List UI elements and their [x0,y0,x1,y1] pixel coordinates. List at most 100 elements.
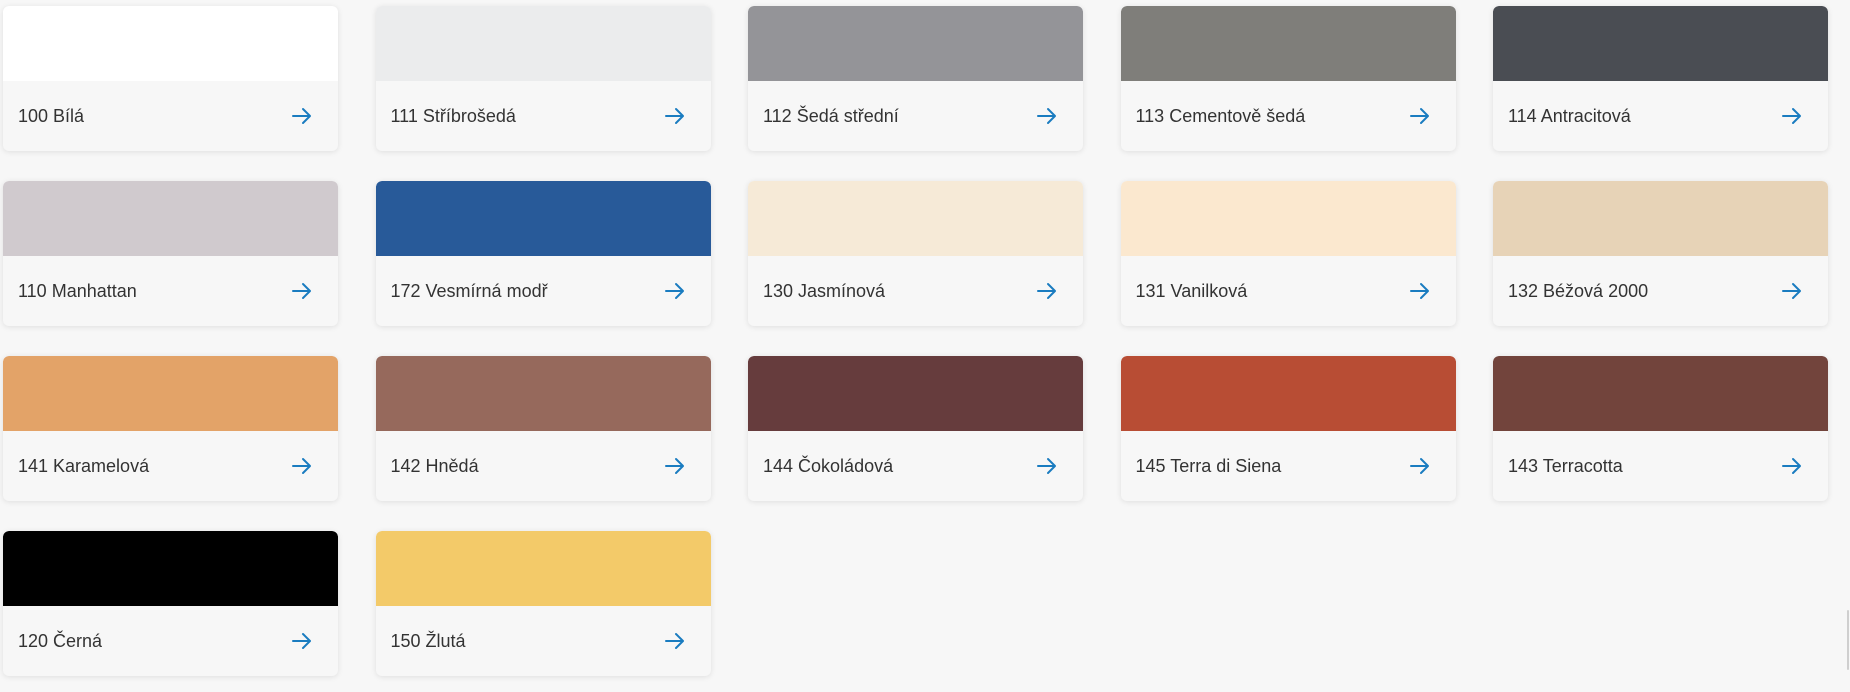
arrow-right-icon-svg [1782,108,1801,124]
color-label: 113 Cementově šedá [1135,105,1306,126]
card-footer: 100 Bílá [3,81,338,151]
arrow-right-icon-svg [1409,458,1429,474]
arrow-right-icon[interactable] [663,279,687,303]
arrow-right-icon-svg [1782,283,1801,299]
color-swatch [1120,356,1456,431]
arrow-right-icon-svg [1409,283,1429,299]
arrow-right-icon[interactable] [290,279,314,303]
arrow-right-icon[interactable] [1035,454,1059,478]
color-card-0[interactable]: 100 Bílá [3,6,338,151]
arrow-right-icon-svg [664,108,684,124]
card-footer: 132 Béžová 2000 [1493,256,1828,326]
arrow-right-icon-svg [664,633,684,649]
color-swatch [375,181,711,256]
color-card-12[interactable]: 144 Čokoládová [748,356,1083,501]
color-swatch [375,356,711,431]
color-card-11[interactable]: 142 Hnědá [375,356,711,501]
card-footer: 150 Žlutá [376,606,711,676]
color-card-16[interactable]: 150 Žlutá [375,531,711,676]
color-swatch [3,356,338,431]
card-footer: 142 Hnědá [376,431,711,501]
color-label: 132 Béžová 2000 [1508,280,1649,301]
arrow-right-icon[interactable] [290,629,314,653]
color-swatch [748,6,1083,81]
color-card-3[interactable]: 113 Cementově šedá [1120,6,1456,151]
card-footer: 111 Stříbrošedá [376,81,711,151]
color-card-15[interactable]: 120 Černá [3,531,338,676]
color-label: 114 Antracitová [1508,105,1631,126]
color-card-10[interactable]: 141 Karamelová [3,356,338,501]
color-label: 143 Terracotta [1508,455,1623,476]
color-swatch [3,181,338,256]
arrow-right-icon[interactable] [663,454,687,478]
color-label: 150 Žlutá [390,630,466,651]
card-footer: 172 Vesmírná modř [376,256,711,326]
color-card-1[interactable]: 111 Stříbrošedá [375,6,711,151]
color-label: 110 Manhattan [18,280,137,301]
arrow-right-icon[interactable] [1780,279,1804,303]
color-card-8[interactable]: 131 Vanilková [1120,181,1456,326]
arrow-right-icon[interactable] [663,104,687,128]
arrow-right-icon-svg [1037,458,1056,474]
arrow-right-icon[interactable] [1780,454,1804,478]
color-swatch [375,531,711,606]
arrow-right-icon[interactable] [1035,279,1059,303]
color-label: 141 Karamelová [18,455,150,476]
color-card-9[interactable]: 132 Béžová 2000 [1493,181,1828,326]
card-footer: 113 Cementově šedá [1121,81,1456,151]
card-footer: 130 Jasmínová [748,256,1083,326]
color-label: 120 Černá [18,630,103,651]
color-card-5[interactable]: 110 Manhattan [3,181,338,326]
arrow-right-icon-svg [664,283,684,299]
color-label: 130 Jasmínová [763,280,886,301]
color-card-2[interactable]: 112 Šedá střední [748,6,1083,151]
color-label: 112 Šedá střední [763,105,899,126]
arrow-right-icon-svg [292,283,311,299]
color-card-14[interactable]: 143 Terracotta [1493,356,1828,501]
card-footer: 114 Antracitová [1493,81,1828,151]
arrow-right-icon[interactable] [1780,104,1804,128]
color-card-4[interactable]: 114 Antracitová [1493,6,1828,151]
arrow-right-icon[interactable] [663,629,687,653]
color-swatch [1120,181,1456,256]
arrow-right-icon-svg [292,458,311,474]
color-swatch [1493,356,1828,431]
arrow-right-icon-svg [1409,108,1429,124]
color-swatch [748,181,1083,256]
color-swatch [748,356,1083,431]
arrow-right-icon-svg [1037,108,1056,124]
card-footer: 143 Terracotta [1493,431,1828,501]
color-swatch [3,6,338,81]
color-swatch [3,531,338,606]
color-card-6[interactable]: 172 Vesmírná modř [375,181,711,326]
color-swatch [375,6,711,81]
color-card-7[interactable]: 130 Jasmínová [748,181,1083,326]
arrow-right-icon[interactable] [1408,104,1432,128]
card-footer: 141 Karamelová [3,431,338,501]
color-swatch [1120,6,1456,81]
card-footer: 120 Černá [3,606,338,676]
arrow-right-icon-svg [292,108,311,124]
card-footer: 112 Šedá střední [748,81,1083,151]
scrollbar-edge [1847,610,1849,670]
arrow-right-icon[interactable] [1035,104,1059,128]
color-card-13[interactable]: 145 Terra di Siena [1120,356,1456,501]
card-footer: 145 Terra di Siena [1121,431,1456,501]
color-swatch-grid: 100 Bílá 111 Stříbrošedá 112 Šedá středn… [3,6,1828,676]
arrow-right-icon[interactable] [290,454,314,478]
arrow-right-icon-svg [1037,283,1056,299]
arrow-right-icon-svg [1782,458,1801,474]
arrow-right-icon[interactable] [1408,279,1432,303]
arrow-right-icon[interactable] [1408,454,1432,478]
card-footer: 144 Čokoládová [748,431,1083,501]
card-footer: 131 Vanilková [1121,256,1456,326]
color-swatch [1493,6,1828,81]
color-label: 144 Čokoládová [763,455,894,476]
color-label: 145 Terra di Siena [1135,455,1282,476]
color-label: 142 Hnědá [390,455,479,476]
arrow-right-icon-svg [664,458,684,474]
color-label: 172 Vesmírná modř [390,280,548,301]
color-label: 131 Vanilková [1135,280,1248,301]
color-label: 100 Bílá [18,105,85,126]
arrow-right-icon[interactable] [290,104,314,128]
